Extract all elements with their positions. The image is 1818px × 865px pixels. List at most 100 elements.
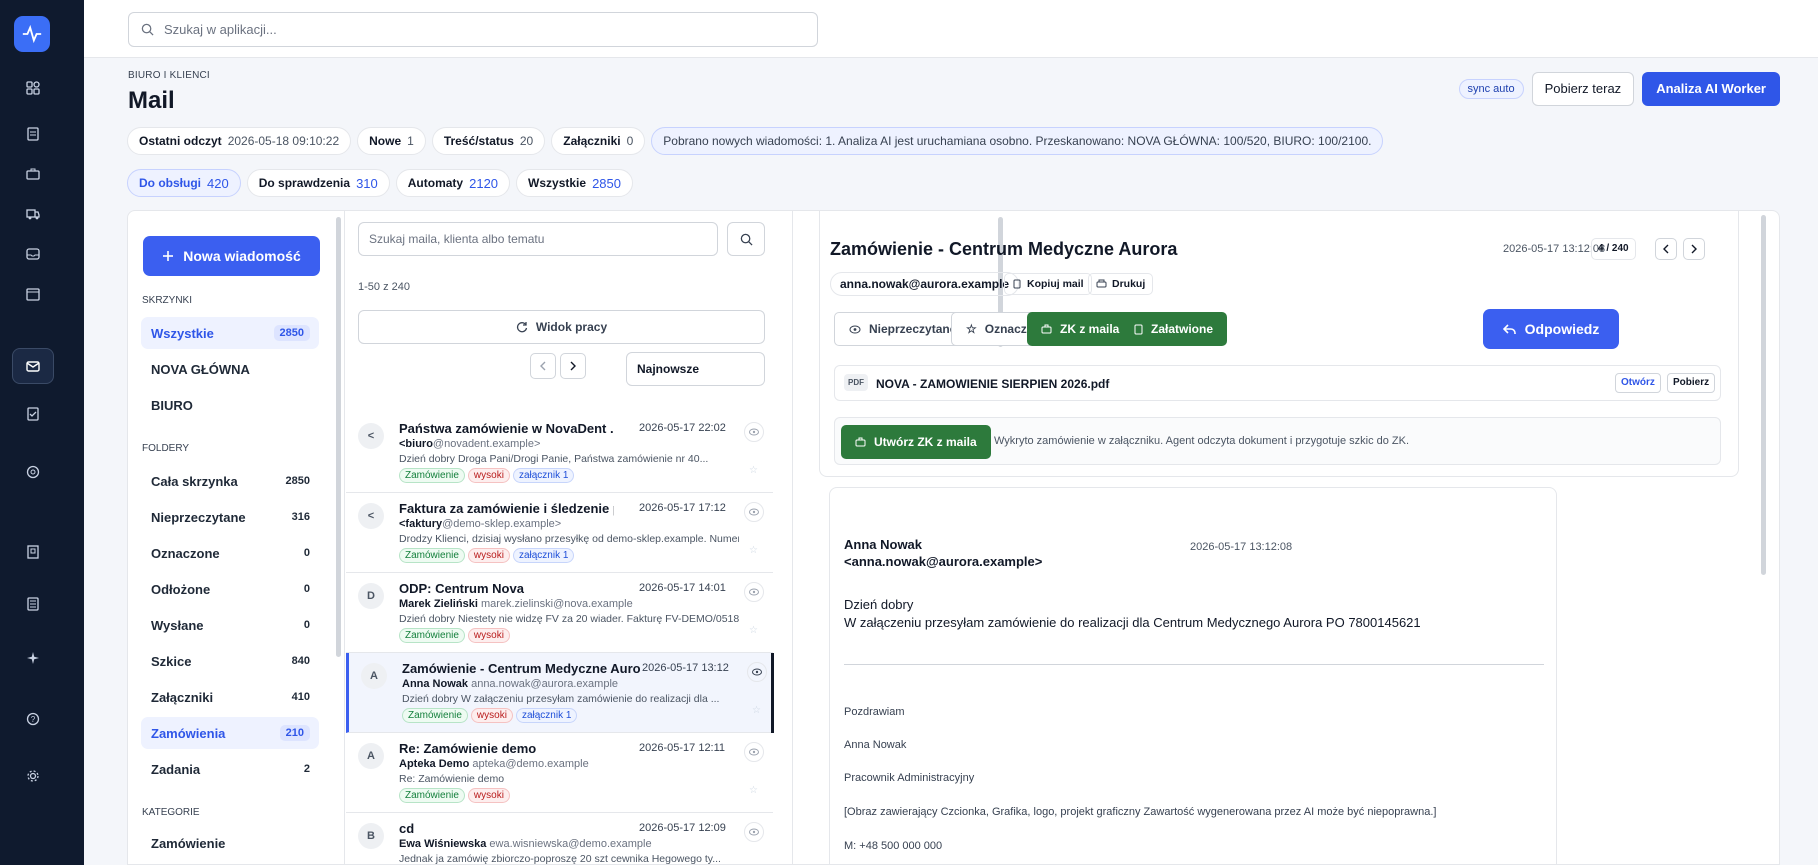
star-icon[interactable]: ☆	[749, 785, 758, 796]
nav-sparkle-icon[interactable]	[12, 640, 54, 676]
create-zk-button[interactable]: Utwórz ZK z maila	[841, 425, 991, 459]
nav-calendar-icon[interactable]	[12, 276, 54, 312]
eye-icon[interactable]	[744, 502, 764, 522]
selection-indicator	[771, 653, 774, 733]
star-icon[interactable]: ☆	[749, 545, 758, 556]
folder-item-flagged[interactable]: Oznaczone 0	[141, 537, 319, 569]
stat-content-status: Treść/status 20	[431, 127, 546, 155]
next-mail-button[interactable]	[1683, 238, 1705, 260]
from-name: Ewa Wiśniewska	[399, 838, 487, 850]
done-button[interactable]: Załatwione	[1120, 312, 1228, 346]
chevron-left-icon	[1663, 244, 1669, 254]
mail-row[interactable]: < Faktura za zamówienie i śledzenie pr..…	[346, 493, 773, 573]
new-message-button[interactable]: Nowa wiadomość	[143, 236, 320, 276]
star-icon[interactable]: ☆	[752, 705, 761, 716]
mail-preview: Drodzy Klienci, dzisiaj wysłano przesyłk…	[399, 533, 739, 545]
folder-item-sent[interactable]: Wysłane 0	[141, 609, 319, 641]
prev-mail-button[interactable]	[1655, 238, 1677, 260]
folder-item-orders[interactable]: Zamówienia 210	[141, 717, 319, 749]
mail-preview: Jednak ja zamówię zbiorczo-poproszę 20 s…	[399, 853, 721, 865]
box-item-all[interactable]: Wszystkie 2850	[141, 317, 319, 349]
avatar: A	[361, 663, 387, 689]
nav-settings-icon[interactable]	[12, 758, 54, 794]
print-label: Drukuj	[1112, 278, 1146, 290]
folder-item-attachments[interactable]: Załączniki 410	[141, 681, 319, 713]
category-item-order[interactable]: Zamówienie	[141, 827, 319, 859]
open-attachment-button[interactable]: Otwórz	[1615, 373, 1661, 393]
reader-scrollbar[interactable]	[1761, 215, 1766, 575]
copy-mail-button[interactable]: Kopiuj mail	[1004, 273, 1092, 295]
eye-icon[interactable]	[744, 422, 764, 442]
filter-to-handle[interactable]: Do obsługi 420	[127, 169, 241, 197]
tags: Zamówienie wysoki załącznik 1	[399, 548, 575, 563]
eye-icon[interactable]	[744, 742, 764, 762]
signature-image-alt: [Obraz zawierający Czcionka, Grafika, lo…	[844, 806, 1437, 818]
nav-inbox-icon[interactable]	[12, 236, 54, 272]
reply-button[interactable]: Odpowiedz	[1483, 309, 1619, 349]
folder-label: Zamówienia	[151, 725, 226, 741]
eye-icon[interactable]	[744, 822, 764, 842]
section-title-categories: KATEGORIE	[142, 807, 200, 818]
star-icon[interactable]: ☆	[749, 625, 758, 636]
svg-text:?: ?	[31, 715, 36, 724]
mail-row[interactable]: A Re: Zamówienie demo 2026-05-17 12:11 A…	[346, 733, 773, 813]
sidebar-scrollbar[interactable]	[336, 217, 341, 657]
mail-row[interactable]: B cd 2026-05-17 12:09 Ewa Wiśniewska ewa…	[346, 813, 773, 865]
nav-shield-icon[interactable]	[12, 454, 54, 490]
eye-icon[interactable]	[747, 662, 767, 682]
pulse-logo-icon[interactable]	[14, 16, 50, 52]
filter-all[interactable]: Wszystkie 2850	[516, 169, 633, 197]
tag: Zamówienie	[399, 548, 465, 563]
print-button[interactable]: Drukuj	[1088, 273, 1154, 295]
nav-dashboard-icon[interactable]	[12, 70, 54, 106]
folder-item-snoozed[interactable]: Odłożone 0	[141, 573, 319, 605]
filter-automats[interactable]: Automaty 2120	[395, 169, 511, 197]
work-view-button[interactable]: Widok pracy	[358, 310, 765, 344]
star-icon: ☆	[966, 322, 977, 336]
global-search-input[interactable]: Szukaj w aplikacji...	[128, 12, 818, 47]
nav-tasks-icon[interactable]	[12, 396, 54, 432]
download-attachment-button[interactable]: Pobierz	[1667, 373, 1716, 393]
tag: wysoki	[467, 548, 510, 563]
mail-row-selected[interactable]: A Zamówienie - Centrum Medyczne Aurora 2…	[346, 653, 774, 733]
nav-briefcase-icon[interactable]	[12, 156, 54, 192]
mail-preview: Re: Zamówienie demo	[399, 773, 505, 785]
nav-building-icon[interactable]	[12, 534, 54, 570]
nav-truck-icon[interactable]	[12, 196, 54, 232]
search-icon	[740, 233, 753, 246]
attachment-item[interactable]: PDF NOVA - ZAMOWIENIE SIERPIEN 2026.pdf …	[834, 365, 1721, 401]
from-email: ewa.wisniewska@demo.example	[489, 838, 652, 850]
nav-document-icon[interactable]	[12, 116, 54, 152]
folder-item-tasks[interactable]: Zadania 2	[141, 753, 319, 785]
next-page-button[interactable]	[560, 353, 586, 379]
sender-email[interactable]: anna.nowak@aurora.example	[830, 272, 1020, 296]
mail-search-input[interactable]: Szukaj maila, klienta albo tematu	[358, 222, 718, 256]
nav-mail-icon[interactable]	[12, 348, 54, 384]
mail-row[interactable]: D ODP: Centrum Nova 2026-05-17 14:01 Mar…	[346, 573, 773, 653]
mail-date: 2026-05-17 17:12	[639, 502, 726, 514]
sort-select[interactable]: Najnowsze	[626, 352, 765, 386]
mail-row[interactable]: < Państwa zamówienie w NovaDent ... 2026…	[346, 413, 773, 493]
star-icon[interactable]: ☆	[749, 465, 758, 476]
filter-to-check[interactable]: Do sprawdzenia 310	[246, 169, 390, 197]
printer-icon	[1096, 279, 1107, 288]
box-item-biuro[interactable]: BIURO	[141, 389, 319, 421]
stat-value: 20	[519, 134, 534, 148]
eye-icon[interactable]	[744, 582, 764, 602]
fetch-now-button[interactable]: Pobierz teraz	[1531, 72, 1635, 106]
nav-help-icon[interactable]: ?	[12, 701, 54, 737]
mail-preview: Dzień dobry Droga Pani/Drogi Panie, Pańs…	[399, 453, 709, 465]
prev-page-button[interactable]	[530, 353, 556, 379]
folder-item-unread[interactable]: Nieprzeczytane 316	[141, 501, 319, 533]
box-item-nova[interactable]: NOVA GŁÓWNA	[141, 353, 319, 385]
folder-item-drafts[interactable]: Szkice 840	[141, 645, 319, 677]
mail-search-button[interactable]	[727, 222, 765, 256]
nav-list-icon[interactable]	[12, 586, 54, 622]
tags: Zamówienie wysoki	[399, 628, 510, 643]
mail-from: Marek Zieliński marek.zielinski@nova.exa…	[399, 598, 633, 610]
status-bar: Ostatni odczyt 2026-05-18 09:10:22 Nowe 1 …	[127, 127, 1384, 155]
zk-from-mail-button[interactable]: ZK z maila	[1027, 312, 1134, 346]
folder-item-mailbox[interactable]: Cała skrzynka 2850	[141, 465, 319, 497]
tag: wysoki	[470, 708, 513, 723]
ai-analysis-button[interactable]: Analiza AI Worker	[1642, 72, 1780, 106]
